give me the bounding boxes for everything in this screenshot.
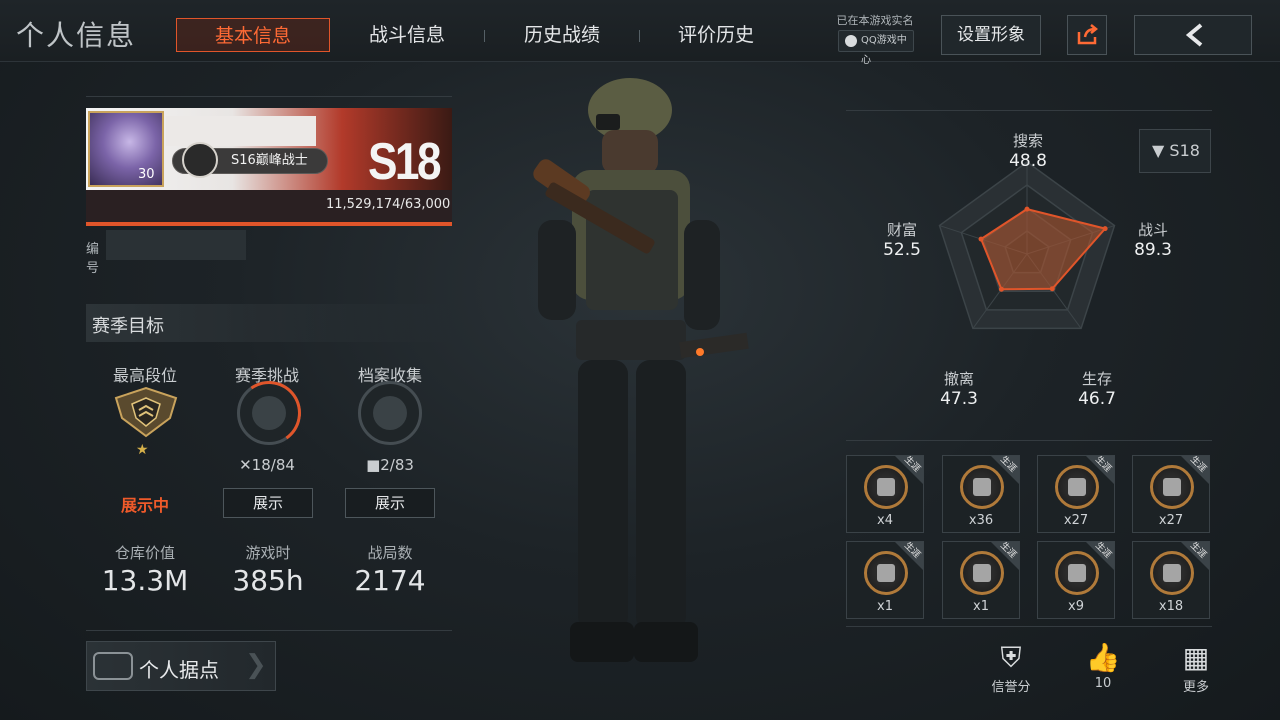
tab-rating-history[interactable]: 评价历史 [639, 18, 793, 52]
reputation-button[interactable]: ⛨ 信誉分 [983, 640, 1039, 695]
radar-point [1102, 226, 1108, 232]
star-icon: ★ [136, 442, 149, 458]
challenge-count: ✕18/84 [239, 456, 295, 474]
card-accent-bar [86, 222, 452, 226]
divider [846, 440, 1212, 441]
cross-swords-icon: ✕ [239, 456, 252, 474]
season-goals-header: 赛季目标 [86, 304, 452, 342]
name-redacted [166, 116, 316, 146]
radar-label-survival: 生存 46.7 [1078, 370, 1116, 409]
set-avatar-button[interactable]: 设置形象 [941, 15, 1041, 55]
more-button[interactable]: ▦ 更多 [1168, 640, 1224, 695]
tab-battle-info[interactable]: 战斗信息 [330, 18, 484, 52]
achievement-count: x36 [968, 513, 994, 528]
achievement-tile[interactable]: 生涯 x4 [846, 455, 924, 533]
achievement-tile[interactable]: 生涯 x27 [1037, 455, 1115, 533]
radar-point [978, 236, 984, 242]
achievement-count: x1 [973, 599, 989, 614]
personal-base-button[interactable]: 个人据点 ❯ [86, 641, 276, 691]
season-badge: S18 [368, 133, 442, 191]
achievement-tile[interactable]: 生涯 x36 [942, 455, 1020, 533]
achievement-count: x9 [1068, 599, 1084, 614]
challenge-emblem-icon [252, 396, 286, 430]
season-challenge-ring[interactable] [231, 375, 307, 451]
radar-label-combat: 战斗 89.3 [1134, 221, 1172, 260]
radar-label-search: 搜索 48.8 [1009, 132, 1047, 171]
achievement-tile[interactable]: 生涯 x9 [1037, 541, 1115, 619]
stat-label: 战局数 [367, 544, 413, 562]
achievement-count: x27 [1063, 513, 1089, 528]
qq-logo-icon [845, 35, 857, 47]
achievement-tile[interactable]: 生涯 x1 [846, 541, 924, 619]
stat-value-playtime: 385h [232, 564, 304, 597]
divider [86, 630, 452, 631]
qq-game-center-badge[interactable]: QQ游戏中心 [838, 30, 914, 66]
show-archive-button[interactable]: 展示 [345, 488, 435, 518]
achievement-count: x27 [1158, 513, 1184, 528]
rank-emblem-icon [182, 142, 218, 178]
chevron-right-icon: ❯ [245, 650, 267, 680]
grid-icon: ▦ [1182, 641, 1210, 674]
radar-label-wealth: 财富 52.5 [883, 221, 921, 260]
season-progress: 11,529,174/63,000 [326, 197, 451, 212]
archive-emblem-icon [373, 396, 407, 430]
showing-status[interactable]: 展示中 [90, 492, 200, 516]
achievement-tile[interactable]: 生涯 x18 [1132, 541, 1210, 619]
id-redacted [106, 230, 246, 260]
archive-ring[interactable] [358, 381, 422, 445]
rank-shield-icon [114, 386, 178, 438]
share-icon [1077, 24, 1099, 45]
chevron-left-icon [1185, 23, 1203, 47]
page-title: 个人信息 [16, 19, 137, 52]
radar-point [1049, 286, 1055, 292]
achievement-tile[interactable]: 生涯 x1 [942, 541, 1020, 619]
archive-count: ■2/83 [366, 456, 414, 474]
divider [86, 96, 452, 97]
divider [846, 110, 1212, 111]
operator-character-model[interactable] [500, 70, 760, 680]
player-level: 30 [138, 167, 155, 182]
shield-star-icon: ⛨ [1000, 641, 1022, 674]
achievement-count: x4 [877, 513, 893, 528]
realname-status: 已在本游戏实名 [836, 14, 914, 27]
achievement-count: x18 [1158, 599, 1184, 614]
base-icon [93, 652, 133, 680]
personal-base-label: 个人据点 [139, 658, 219, 682]
radar-label-extraction: 撤离 47.3 [940, 370, 978, 409]
tab-basic-info[interactable]: 基本信息 [176, 18, 330, 52]
goal-label-top-rank: 最高段位 [112, 366, 177, 385]
radar-point [998, 286, 1004, 292]
share-button[interactable] [1067, 15, 1107, 55]
show-challenge-button[interactable]: 展示 [223, 488, 313, 518]
stat-label: 游戏时 [245, 544, 291, 562]
likes-button[interactable]: 👍 10 [1075, 640, 1131, 691]
achievement-tile[interactable]: 生涯 x27 [1132, 455, 1210, 533]
tab-history-record[interactable]: 历史战绩 [485, 18, 639, 52]
back-button[interactable] [1134, 15, 1252, 55]
stat-label: 仓库价值 [114, 544, 175, 562]
stat-value-warehouse: 13.3M [101, 564, 189, 597]
section-title: 赛季目标 [92, 316, 164, 337]
id-label: 编号 [86, 242, 100, 276]
radar-point [1024, 206, 1030, 212]
achievement-count: x1 [877, 599, 893, 614]
folder-icon: ■ [366, 456, 381, 474]
divider [846, 626, 1212, 627]
thumbs-up-icon: 👍 [1085, 641, 1121, 674]
stat-value-matches: 2174 [354, 564, 426, 597]
